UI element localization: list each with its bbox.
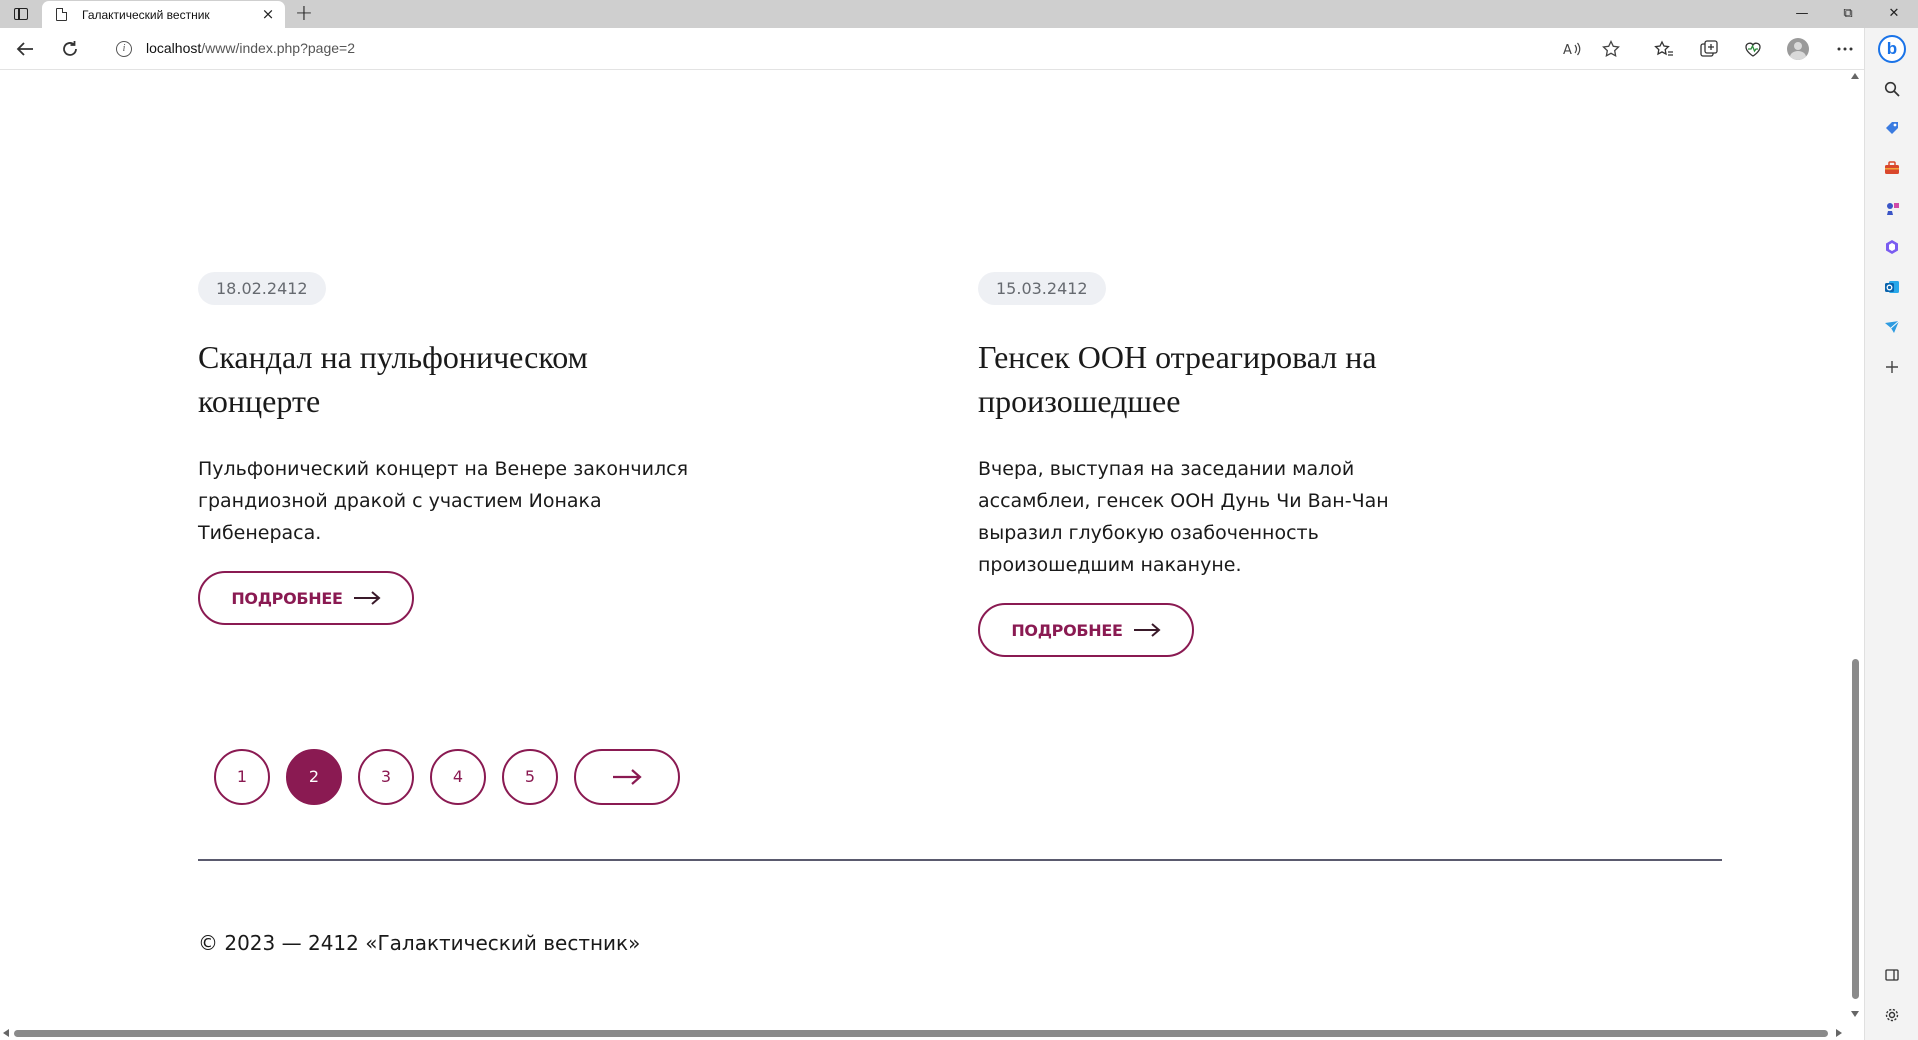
favorites-icon[interactable] (1652, 37, 1676, 61)
page-icon (56, 8, 67, 21)
office-icon[interactable] (1882, 237, 1902, 257)
read-more-button[interactable]: ПОДРОБНЕЕ (198, 571, 414, 625)
tab-bar: Галактический вестник × + — ⧉ ✕ (0, 0, 1918, 28)
page-button-1[interactable]: 1 (214, 749, 270, 805)
add-icon[interactable] (1882, 357, 1902, 377)
page-viewport: 18.02.2412 Скандал на пульфоническом кон… (0, 71, 1864, 1040)
tab-title: Галактический вестник (82, 8, 210, 22)
footer-divider (198, 859, 1722, 861)
games-icon[interactable] (1882, 198, 1902, 218)
new-tab-button[interactable]: + (292, 2, 316, 26)
page-button-5[interactable]: 5 (502, 749, 558, 805)
read-more-label: ПОДРОБНЕЕ (231, 588, 343, 608)
maximize-button[interactable]: ⧉ (1828, 4, 1868, 24)
url-path: /www/index.php?page=2 (201, 40, 355, 56)
split-view-icon[interactable] (1882, 965, 1902, 985)
date-badge: 18.02.2412 (198, 272, 326, 305)
url-text[interactable]: localhost/www/index.php?page=2 (146, 40, 355, 56)
footer-copyright: © 2023 — 2412 «Галактический вестник» (198, 931, 641, 955)
article-title: Генсек ООН отреагировал на произошедшее (978, 339, 1377, 419)
url-host: localhost (146, 40, 202, 56)
article-text: Вчера, выступая на заседании малой ассам… (978, 458, 1389, 576)
browser-sidebar: b (1864, 28, 1918, 1040)
browser-toolbar: i localhost/www/index.php?page=2 A (0, 28, 1918, 70)
arrow-right-icon (353, 591, 381, 605)
next-page-button[interactable] (574, 749, 680, 805)
shopping-tag-icon[interactable] (1882, 118, 1902, 138)
more-icon[interactable] (1833, 37, 1857, 61)
send-icon[interactable] (1882, 317, 1902, 337)
outlook-icon[interactable] (1882, 277, 1902, 297)
search-icon[interactable] (1882, 79, 1902, 99)
address-bar[interactable]: i localhost/www/index.php?page=2 (100, 32, 1640, 66)
read-more-label: ПОДРОБНЕЕ (1011, 620, 1123, 640)
article-title: Скандал на пульфоническом концерте (198, 339, 588, 419)
favorite-star-icon[interactable] (1599, 37, 1623, 61)
date-badge: 15.03.2412 (978, 272, 1106, 305)
article-text: Пульфонический концерт на Венере закончи… (198, 458, 688, 544)
tools-icon[interactable] (1882, 158, 1902, 178)
back-arrow-icon[interactable] (13, 37, 37, 61)
profile-icon[interactable] (1786, 37, 1810, 61)
read-aloud-icon[interactable]: A (1560, 37, 1584, 61)
page-button-2-current[interactable]: 2 (286, 749, 342, 805)
arrow-right-icon (613, 769, 642, 785)
scroll-down-arrow-icon[interactable] (1851, 1011, 1859, 1017)
collections-icon[interactable] (1697, 37, 1721, 61)
vertical-scroll-thumb[interactable] (1852, 659, 1859, 999)
article-card: 18.02.2412 Скандал на пульфоническом кон… (198, 272, 758, 625)
scroll-right-arrow-icon[interactable] (1836, 1029, 1842, 1037)
settings-icon[interactable] (1882, 1005, 1902, 1025)
scroll-up-arrow-icon[interactable] (1851, 73, 1859, 79)
close-tab-icon[interactable]: × (259, 5, 277, 23)
refresh-icon[interactable] (58, 37, 82, 61)
close-window-button[interactable]: ✕ (1874, 4, 1914, 24)
read-more-button[interactable]: ПОДРОБНЕЕ (978, 603, 1194, 657)
active-tab[interactable]: Галактический вестник × (42, 1, 285, 28)
svg-text:A: A (1563, 43, 1572, 57)
minimize-button[interactable]: — (1782, 4, 1822, 24)
bing-icon[interactable]: b (1878, 35, 1906, 63)
tab-actions-icon[interactable] (8, 4, 34, 24)
page-button-4[interactable]: 4 (430, 749, 486, 805)
page-button-3[interactable]: 3 (358, 749, 414, 805)
vertical-scrollbar[interactable] (1846, 71, 1864, 1026)
horizontal-scrollbar[interactable] (0, 1026, 1846, 1040)
article-card: 15.03.2412 Генсек ООН отреагировал на пр… (978, 272, 1538, 657)
browser-essentials-icon[interactable] (1741, 37, 1765, 61)
scroll-left-arrow-icon[interactable] (3, 1029, 9, 1037)
info-icon[interactable]: i (116, 41, 132, 57)
horizontal-scroll-thumb[interactable] (14, 1030, 1828, 1037)
arrow-right-icon (1133, 623, 1161, 637)
